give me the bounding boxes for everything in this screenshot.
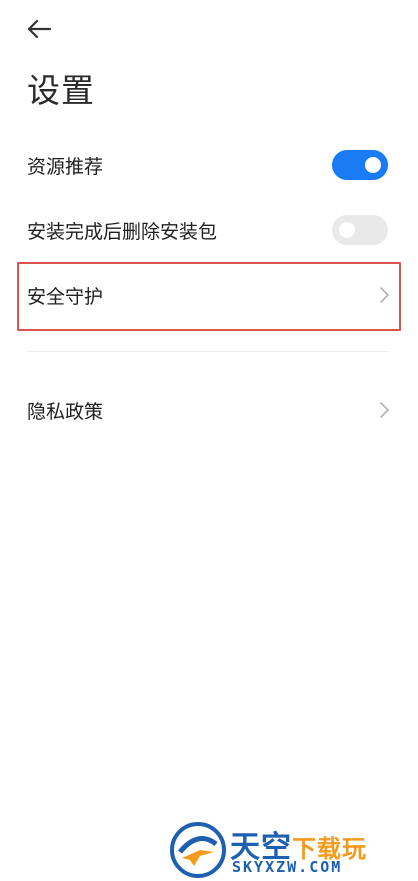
setting-label: 隐私政策 [27,400,104,423]
setting-row-security[interactable]: 安全守护 [0,270,418,320]
settings-page: 设置 资源推荐 安装完成后删除安装包 安全守护 隐私政策 天空下载玩 SKYXZ… [0,0,418,881]
back-button[interactable] [22,14,56,44]
setting-row-delete-package: 安装完成后删除安装包 [0,205,418,255]
chevron-right-icon [380,287,389,303]
page-title: 设置 [27,71,95,110]
toggle-knob [365,157,381,173]
delete-package-toggle[interactable] [332,215,388,245]
setting-label: 资源推荐 [27,155,104,178]
setting-row-privacy[interactable]: 隐私政策 [0,385,418,435]
setting-label: 安装完成后删除安装包 [27,220,218,243]
setting-row-resource-recommend: 资源推荐 [0,140,418,190]
resource-recommend-toggle[interactable] [332,150,388,180]
watermark: 天空下载玩 SKYXZW.COM [170,820,416,880]
arrow-left-icon [27,19,52,39]
toggle-knob [339,222,355,238]
setting-label: 安全守护 [27,285,104,308]
chevron-right-icon [380,402,389,418]
watermark-subtitle: SKYXZW.COM [232,858,343,876]
watermark-logo-icon [170,822,226,878]
divider [27,351,388,352]
